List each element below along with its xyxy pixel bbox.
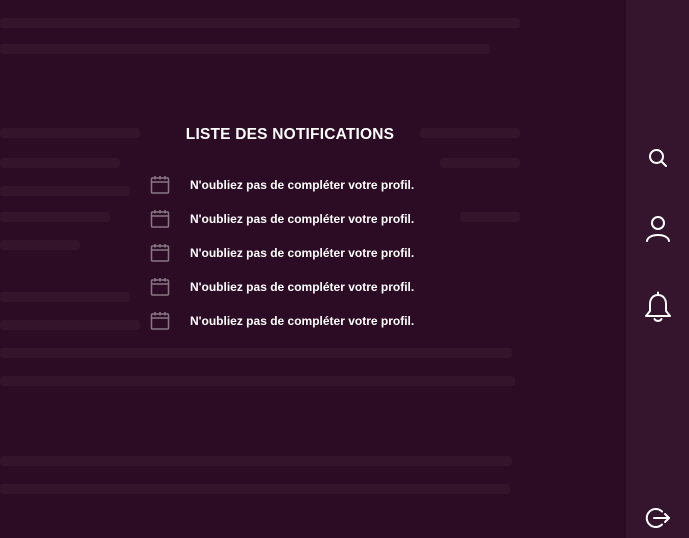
logout-icon: [645, 508, 670, 528]
calendar-icon: [150, 278, 170, 296]
background-content: [0, 0, 626, 538]
user-icon: [645, 216, 670, 242]
calendar-icon: [150, 244, 170, 262]
notification-item[interactable]: N'oubliez pas de compléter votre profil.: [150, 243, 414, 263]
notification-text: N'oubliez pas de compléter votre profil.: [190, 178, 415, 192]
notifications-title: LISTE DES NOTIFICATIONS: [185, 126, 395, 143]
notification-text: N'oubliez pas de compléter votre profil.: [190, 280, 415, 294]
search-button[interactable]: [626, 147, 689, 169]
notification-text: N'oubliez pas de compléter votre profil.: [190, 212, 415, 226]
calendar-icon: [150, 176, 170, 194]
notification-item[interactable]: N'oubliez pas de compléter votre profil.: [150, 311, 414, 331]
notification-text: N'oubliez pas de compléter votre profil.: [190, 246, 415, 260]
calendar-icon: [150, 312, 170, 330]
bell-icon: [644, 291, 671, 322]
notification-item[interactable]: N'oubliez pas de compléter votre profil.: [150, 277, 414, 297]
notifications-button[interactable]: [626, 291, 689, 323]
profile-button[interactable]: [626, 215, 689, 243]
calendar-icon: [150, 210, 170, 228]
notification-item[interactable]: N'oubliez pas de compléter votre profil.: [150, 175, 414, 195]
notification-text: N'oubliez pas de compléter votre profil.: [190, 314, 415, 328]
notification-item[interactable]: N'oubliez pas de compléter votre profil.: [150, 209, 414, 229]
logout-button[interactable]: [626, 506, 689, 530]
sidebar: [626, 0, 689, 538]
search-icon: [648, 149, 667, 167]
